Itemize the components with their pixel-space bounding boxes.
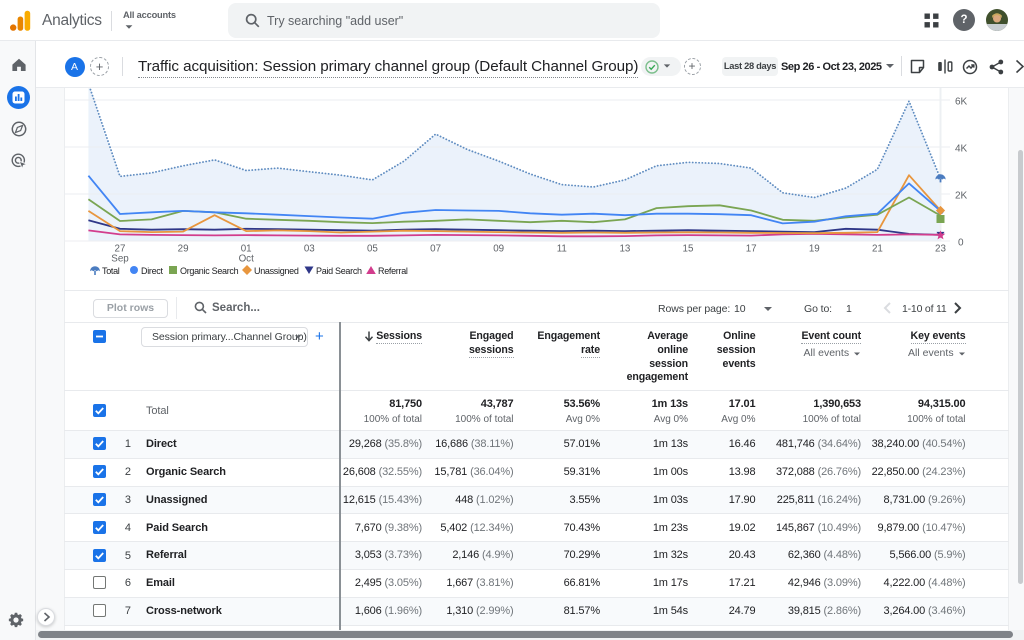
svg-text:Sep: Sep xyxy=(111,254,129,265)
svg-text:07: 07 xyxy=(430,244,441,255)
svg-text:23: 23 xyxy=(935,244,946,255)
svg-text:11: 11 xyxy=(557,244,567,255)
svg-text:05: 05 xyxy=(367,244,378,255)
svg-text:0: 0 xyxy=(958,238,964,249)
svg-text:03: 03 xyxy=(304,244,315,255)
svg-text:19: 19 xyxy=(809,244,820,255)
svg-text:09: 09 xyxy=(493,244,504,255)
svg-text:29: 29 xyxy=(178,244,189,255)
svg-text:17: 17 xyxy=(746,244,757,255)
svg-text:15: 15 xyxy=(683,244,694,255)
svg-text:21: 21 xyxy=(872,244,883,255)
svg-text:Oct: Oct xyxy=(239,254,255,265)
svg-text:4K: 4K xyxy=(955,144,968,155)
svg-text:13: 13 xyxy=(619,244,630,255)
svg-text:2K: 2K xyxy=(955,191,968,202)
svg-text:6K: 6K xyxy=(955,97,968,108)
